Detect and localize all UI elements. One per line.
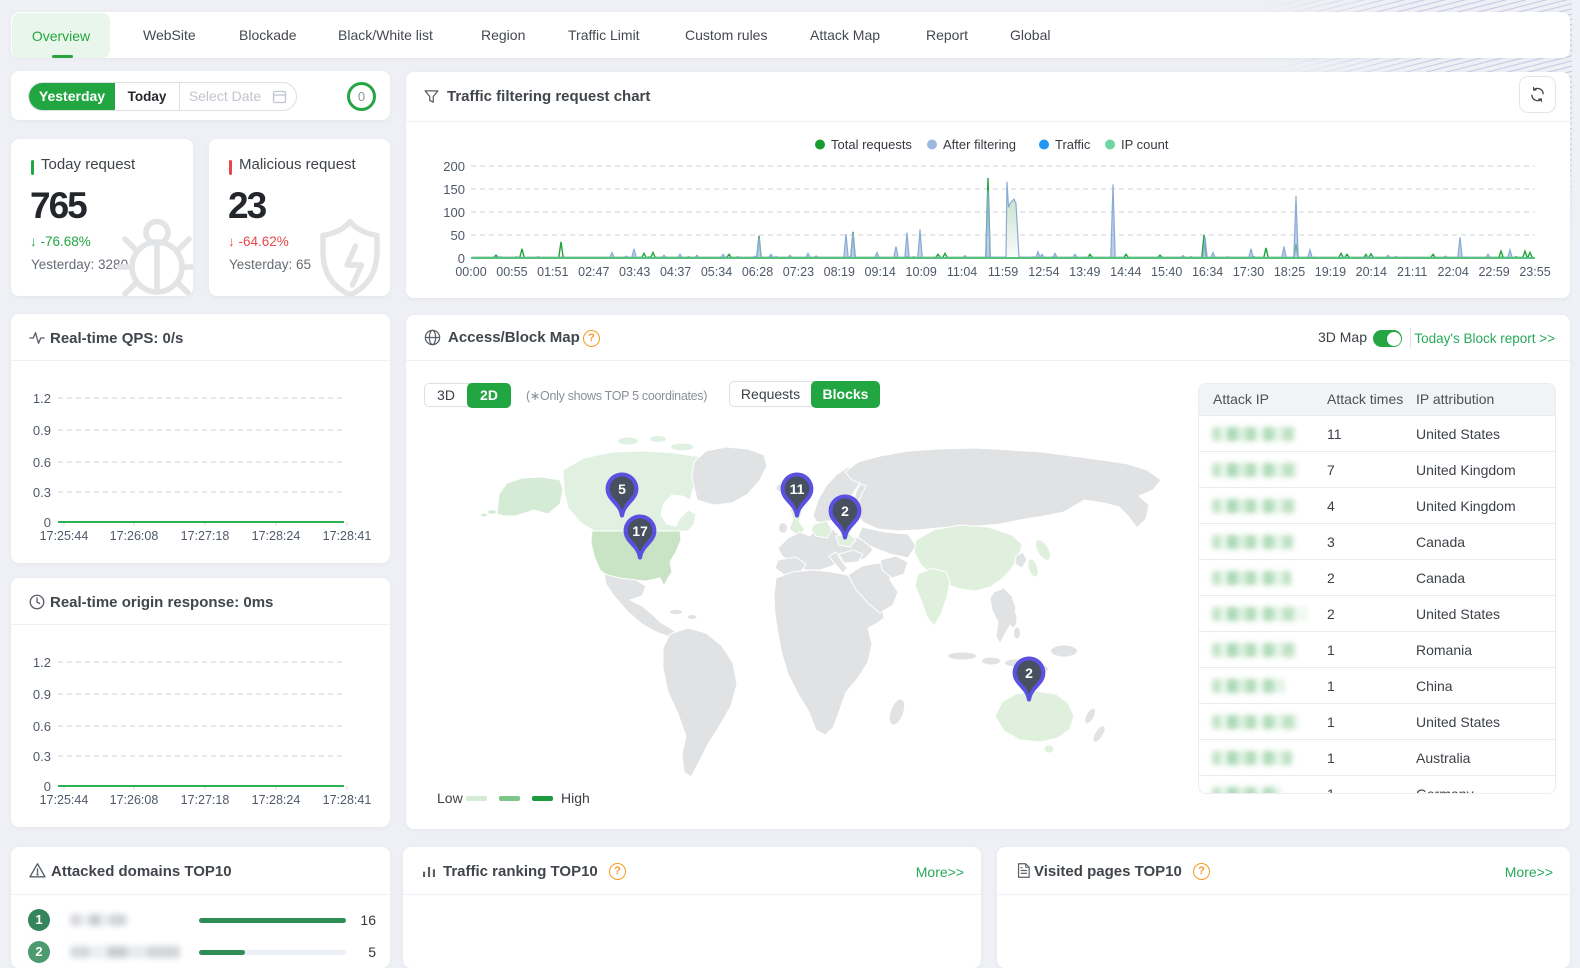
svg-text:Total requests: Total requests [831,137,912,152]
svg-text:50: 50 [451,228,465,243]
svg-text:17:25:44: 17:25:44 [40,793,89,807]
svg-text:06:28: 06:28 [742,265,773,279]
svg-text:03:43: 03:43 [619,265,650,279]
svg-text:19:19: 19:19 [1315,265,1346,279]
svg-text:16:34: 16:34 [1192,265,1223,279]
svg-text:Traffic: Traffic [1055,137,1091,152]
svg-text:17:26:08: 17:26:08 [110,793,159,807]
svg-text:10:09: 10:09 [906,265,937,279]
svg-text:17:27:18: 17:27:18 [181,529,230,543]
svg-text:09:14: 09:14 [865,265,896,279]
svg-text:00:55: 00:55 [496,265,527,279]
svg-text:11:59: 11:59 [988,265,1018,279]
svg-text:07:23: 07:23 [783,265,814,279]
svg-text:21:11: 21:11 [1397,265,1427,279]
svg-text:0.6: 0.6 [33,719,51,734]
svg-text:00:00: 00:00 [455,265,486,279]
svg-text:05:34: 05:34 [701,265,732,279]
svg-text:17:28:24: 17:28:24 [252,529,301,543]
svg-text:1.2: 1.2 [33,391,51,406]
svg-text:11: 11 [790,481,805,497]
svg-text:1.2: 1.2 [33,655,51,670]
svg-text:0.9: 0.9 [33,687,51,702]
svg-text:0.3: 0.3 [33,749,51,764]
svg-text:17:28:24: 17:28:24 [252,793,301,807]
svg-text:0.6: 0.6 [33,455,51,470]
svg-text:22:04: 22:04 [1438,265,1469,279]
svg-text:02:47: 02:47 [578,265,609,279]
svg-text:0: 0 [44,515,51,530]
svg-text:04:37: 04:37 [660,265,691,279]
svg-text:13:49: 13:49 [1069,265,1100,279]
svg-text:17:26:08: 17:26:08 [110,529,159,543]
svg-text:11:04: 11:04 [947,265,977,279]
svg-text:100: 100 [443,205,465,220]
svg-text:20:14: 20:14 [1356,265,1387,279]
svg-text:01:51: 01:51 [537,265,568,279]
svg-text:0.9: 0.9 [33,423,51,438]
svg-text:2: 2 [1025,665,1033,681]
svg-text:After filtering: After filtering [943,137,1016,152]
svg-text:0.3: 0.3 [33,485,51,500]
svg-text:23:55: 23:55 [1519,265,1550,279]
svg-text:15:40: 15:40 [1151,265,1182,279]
svg-text:0: 0 [458,251,465,266]
svg-text:IP count: IP count [1121,137,1169,152]
svg-text:17: 17 [632,523,648,539]
svg-text:17:25:44: 17:25:44 [40,529,89,543]
svg-text:22:59: 22:59 [1478,265,1509,279]
svg-text:12:54: 12:54 [1028,265,1059,279]
svg-text:18:25: 18:25 [1274,265,1305,279]
svg-text:150: 150 [443,182,465,197]
svg-text:08:19: 08:19 [824,265,855,279]
svg-text:17:28:41: 17:28:41 [323,529,372,543]
svg-text:0: 0 [44,779,51,794]
svg-text:14:44: 14:44 [1110,265,1141,279]
svg-text:200: 200 [443,159,465,174]
svg-text:5: 5 [618,481,626,497]
svg-text:2: 2 [841,503,849,519]
svg-text:17:28:41: 17:28:41 [323,793,372,807]
svg-text:17:27:18: 17:27:18 [181,793,230,807]
svg-text:17:30: 17:30 [1233,265,1264,279]
